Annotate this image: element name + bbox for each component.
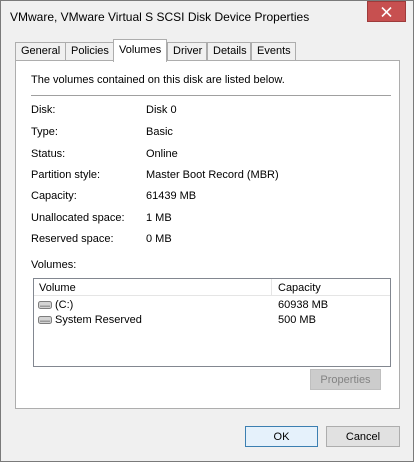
volume-name: (C:) bbox=[55, 299, 74, 311]
tab-driver[interactable]: Driver bbox=[167, 42, 207, 61]
ok-button[interactable]: OK bbox=[245, 426, 318, 447]
status-value: Online bbox=[146, 148, 178, 160]
partition-style-value: Master Boot Record (MBR) bbox=[146, 169, 279, 181]
title-bar[interactable]: VMware, VMware Virtual S SCSI Disk Devic… bbox=[1, 1, 413, 32]
tab-policies[interactable]: Policies bbox=[65, 42, 114, 61]
volume-capacity: 500 MB bbox=[278, 314, 316, 326]
column-header-capacity[interactable]: Capacity bbox=[273, 279, 390, 296]
list-header: Volume Capacity bbox=[34, 279, 390, 296]
volume-capacity: 60938 MB bbox=[278, 299, 329, 311]
properties-button[interactable]: Properties bbox=[310, 369, 381, 390]
tab-details[interactable]: Details bbox=[207, 42, 251, 61]
volumes-panel: The volumes contained on this disk are l… bbox=[15, 60, 400, 409]
disk-value: Disk 0 bbox=[146, 104, 177, 116]
capacity-value: 61439 MB bbox=[146, 190, 197, 202]
type-value: Basic bbox=[146, 126, 173, 138]
volume-row[interactable]: System Reserved 500 MB bbox=[34, 313, 390, 327]
window-title: VMware, VMware Virtual S SCSI Disk Devic… bbox=[10, 10, 310, 24]
properties-dialog: VMware, VMware Virtual S SCSI Disk Devic… bbox=[0, 0, 414, 462]
tab-strip: General Policies Volumes Driver Details … bbox=[15, 39, 405, 62]
volume-row[interactable]: (C:) 60938 MB bbox=[34, 298, 390, 312]
tab-general[interactable]: General bbox=[15, 42, 66, 61]
type-label: Type: bbox=[31, 126, 58, 138]
volume-name: System Reserved bbox=[55, 314, 142, 326]
column-header-volume[interactable]: Volume bbox=[34, 279, 272, 296]
tab-volumes[interactable]: Volumes bbox=[113, 39, 167, 62]
reserved-space-label: Reserved space: bbox=[31, 233, 114, 245]
volumes-list[interactable]: Volume Capacity (C:) 60938 MB System Res… bbox=[33, 278, 391, 367]
close-icon bbox=[381, 6, 392, 17]
status-label: Status: bbox=[31, 148, 66, 160]
tab-events[interactable]: Events bbox=[251, 42, 296, 61]
volumes-label: Volumes: bbox=[31, 259, 77, 271]
drive-icon bbox=[38, 316, 52, 324]
cancel-button[interactable]: Cancel bbox=[326, 426, 400, 447]
drive-icon bbox=[38, 301, 52, 309]
close-button[interactable] bbox=[367, 1, 406, 22]
partition-style-label: Partition style: bbox=[31, 169, 101, 181]
unallocated-space-label: Unallocated space: bbox=[31, 212, 125, 224]
disk-label: Disk: bbox=[31, 104, 56, 116]
unallocated-space-value: 1 MB bbox=[146, 212, 172, 224]
capacity-label: Capacity: bbox=[31, 190, 77, 202]
reserved-space-value: 0 MB bbox=[146, 233, 172, 245]
separator bbox=[31, 95, 391, 96]
intro-text: The volumes contained on this disk are l… bbox=[31, 74, 285, 86]
